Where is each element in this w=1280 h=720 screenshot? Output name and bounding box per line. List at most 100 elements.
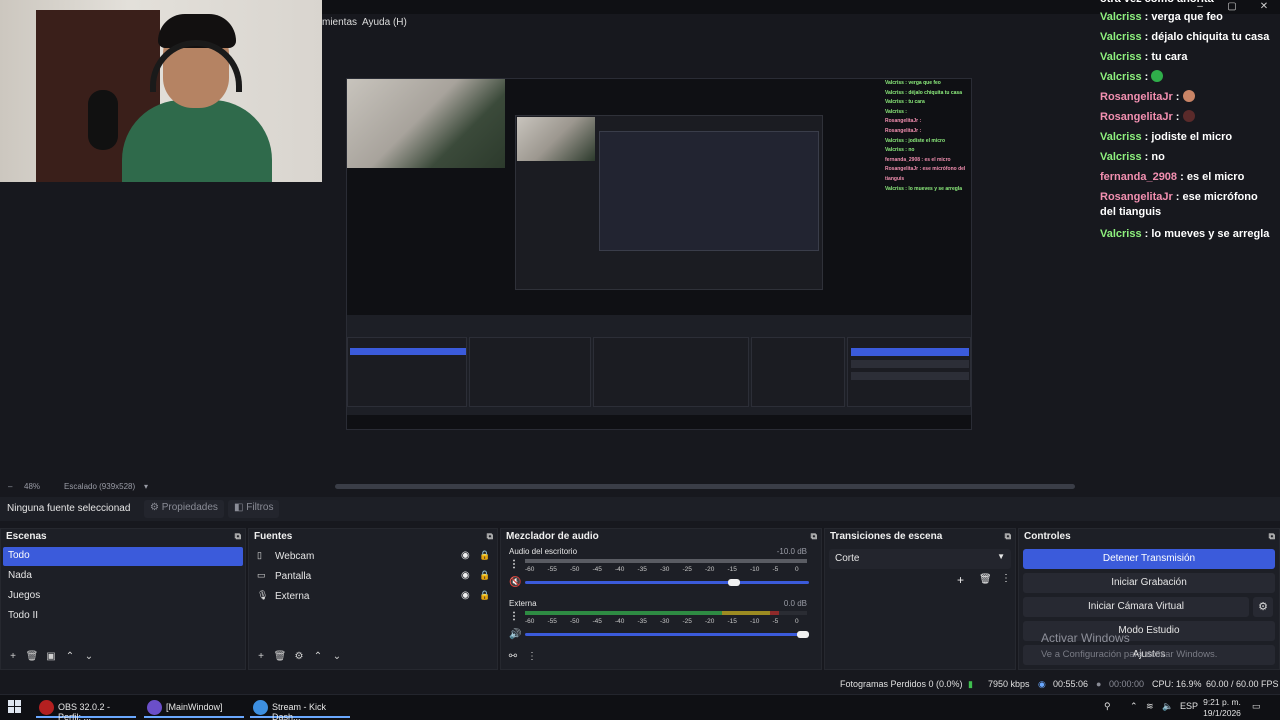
chat-message: RosangelitaJr : ese micrófono del tiangu… xyxy=(1100,190,1276,220)
undock-icon[interactable]: ⧉ xyxy=(1269,531,1275,542)
advanced-audio-icon[interactable]: ⚯ xyxy=(505,651,521,662)
wifi-icon[interactable]: ≋ xyxy=(1146,701,1154,712)
chat-separator: : xyxy=(1172,91,1183,103)
volume-slider[interactable] xyxy=(525,581,809,584)
chat-username: Valcriss xyxy=(1100,228,1142,240)
volume-icon[interactable]: 🔈 xyxy=(1162,701,1173,712)
start-recording-button[interactable]: Iniciar Grabación xyxy=(1023,573,1275,593)
visibility-eye-icon[interactable]: ◉ xyxy=(461,550,470,561)
undock-icon[interactable]: ⧉ xyxy=(487,531,493,542)
lock-icon[interactable]: 🔒 xyxy=(479,570,490,581)
channel-menu-icon[interactable]: ⋮ xyxy=(509,559,519,570)
channel-db: 0.0 dB xyxy=(783,599,807,608)
windows-start-icon[interactable] xyxy=(8,700,22,714)
system-clock[interactable]: 9:21 p. m. 19/1/2026 xyxy=(1200,697,1244,719)
language-indicator[interactable]: ESP xyxy=(1180,701,1198,711)
meter-tick: 0 xyxy=(795,618,799,625)
scene-item[interactable]: Juegos xyxy=(3,587,243,606)
source-item[interactable]: ▯ Webcam ◉ 🔒 xyxy=(253,547,493,566)
chat-username: RosangelitaJr xyxy=(1100,191,1173,203)
add-source-icon[interactable]: + xyxy=(253,651,269,662)
preview-scrollbar[interactable] xyxy=(335,484,1075,489)
transition-menu-icon[interactable]: ⋮ xyxy=(1001,573,1011,584)
filters-button[interactable]: ◧ Filtros xyxy=(228,500,280,518)
move-up-icon[interactable]: ⌃ xyxy=(310,651,326,662)
meter-tick: -20 xyxy=(705,618,715,625)
mixer-channel: Audio del escritorio -10.0 dB ⋮ -60 -55 -50 -4… xyxy=(507,547,813,597)
muted-speaker-icon[interactable]: 🔇 xyxy=(509,577,521,588)
source-label: Externa xyxy=(275,591,310,602)
properties-label: Propiedades xyxy=(161,502,218,513)
channel-menu-icon[interactable]: ⋮ xyxy=(509,611,519,622)
undock-icon[interactable]: ⧉ xyxy=(811,531,817,542)
source-settings-icon[interactable]: ⚙ xyxy=(291,651,307,662)
source-item[interactable]: 🎙 Externa ◉ 🔒 xyxy=(253,587,493,606)
meter-red xyxy=(770,611,779,615)
chevron-down-icon: ▼ xyxy=(997,552,1005,561)
taskbar-app[interactable]: [MainWindow] xyxy=(144,698,244,718)
gear-icon: ⚙ xyxy=(150,502,162,513)
chat-separator: : xyxy=(1141,71,1152,83)
transitions-header: Transiciones de escena ⧉ xyxy=(825,529,1015,545)
move-down-icon[interactable]: ⌄ xyxy=(329,651,345,662)
volume-knob[interactable] xyxy=(727,579,740,586)
emote-icon xyxy=(1182,90,1195,102)
taskbar-app[interactable]: Stream - Kick Dash... xyxy=(250,698,350,720)
volume-slider[interactable] xyxy=(525,633,809,636)
transition-select[interactable]: Corte ▼ xyxy=(829,549,1011,569)
volume-knob[interactable] xyxy=(797,631,809,638)
nested-mixer-dock xyxy=(593,337,749,407)
chat-text: verga que feo xyxy=(1151,11,1223,23)
lock-icon[interactable]: 🔒 xyxy=(479,550,490,561)
menu-help[interactable]: Ayuda (H) xyxy=(362,17,407,28)
chat-separator: : xyxy=(1141,31,1152,43)
chat-text: déjalo chiquita tu casa xyxy=(1151,31,1270,43)
remove-scene-icon[interactable]: 🗑 xyxy=(24,651,40,662)
taskbar-app[interactable]: OBS 32.0.2 - Perfil: ... xyxy=(36,698,136,720)
remove-source-icon[interactable]: 🗑 xyxy=(272,651,288,662)
speaker-icon[interactable]: 🔊 xyxy=(509,629,521,640)
record-time: 00:00:00 xyxy=(1109,679,1145,689)
status-bar: Fotogramas Perdidos 0 (0.0%) ▮ 7950 kbps… xyxy=(0,674,1280,694)
move-down-icon[interactable]: ⌄ xyxy=(81,651,97,662)
add-scene-icon[interactable]: + xyxy=(5,651,21,662)
stop-stream-button[interactable]: Detener Transmisión xyxy=(1023,549,1275,569)
undock-icon[interactable]: ⧉ xyxy=(235,531,241,542)
virtual-camera-settings-icon[interactable]: ⚙ xyxy=(1253,597,1273,617)
lock-icon[interactable]: 🔒 xyxy=(479,590,490,601)
scene-item[interactable]: Nada xyxy=(3,567,243,586)
scene-filters-icon[interactable]: ▣ xyxy=(43,651,59,662)
meter-yellow xyxy=(722,611,771,615)
properties-button[interactable]: ⚙ Propiedades xyxy=(144,500,224,518)
move-up-icon[interactable]: ⌃ xyxy=(62,651,78,662)
source-label: Pantalla xyxy=(275,571,312,582)
tray-expand-icon[interactable]: ⌃ xyxy=(1130,701,1138,712)
visibility-eye-icon[interactable]: ◉ xyxy=(461,570,470,581)
mixer-menu-icon[interactable]: ⋮ xyxy=(524,651,540,662)
nested-record-button xyxy=(851,360,969,368)
virtual-camera-button[interactable]: Iniciar Cámara Virtual xyxy=(1023,597,1249,617)
remove-transition-button[interactable]: 🗑 xyxy=(979,574,992,585)
notification-icon[interactable]: ▭ xyxy=(1252,701,1261,712)
sources-dock: Fuentes ⧉ ▯ Webcam ◉ 🔒 ▭ Pantalla ◉ 🔒 🎙 Externa ◉ 🔒 … xyxy=(248,528,498,670)
scene-item[interactable]: Todo xyxy=(3,547,243,566)
chat-text: jodiste el micro xyxy=(1151,131,1233,143)
emote-icon xyxy=(1151,70,1164,82)
scale-dropdown-icon[interactable]: ▾ xyxy=(144,482,148,491)
nested-props-row xyxy=(347,323,971,335)
scene-item[interactable]: Todo II xyxy=(3,607,243,626)
meter-tick: -25 xyxy=(682,566,692,573)
meter-tick: -60 xyxy=(525,618,535,625)
network-activity-icon[interactable]: ⚲ xyxy=(1104,701,1111,712)
level-meter xyxy=(525,559,807,563)
audio-mixer-dock: Mezclador de audio ⧉ Audio del escritorio… xyxy=(500,528,822,670)
add-transition-button[interactable]: + xyxy=(957,573,964,587)
visibility-eye-icon[interactable]: ◉ xyxy=(461,590,470,601)
chat-username: RosangelitaJr xyxy=(1100,91,1173,103)
chat-separator: : xyxy=(1172,191,1183,203)
stream-time: 00:55:06 xyxy=(1053,679,1089,689)
undock-icon[interactable]: ⧉ xyxy=(1005,531,1011,542)
meter-tick: -35 xyxy=(637,566,647,573)
menu-tools[interactable]: mientas xyxy=(322,17,357,28)
source-item[interactable]: ▭ Pantalla ◉ 🔒 xyxy=(253,567,493,586)
